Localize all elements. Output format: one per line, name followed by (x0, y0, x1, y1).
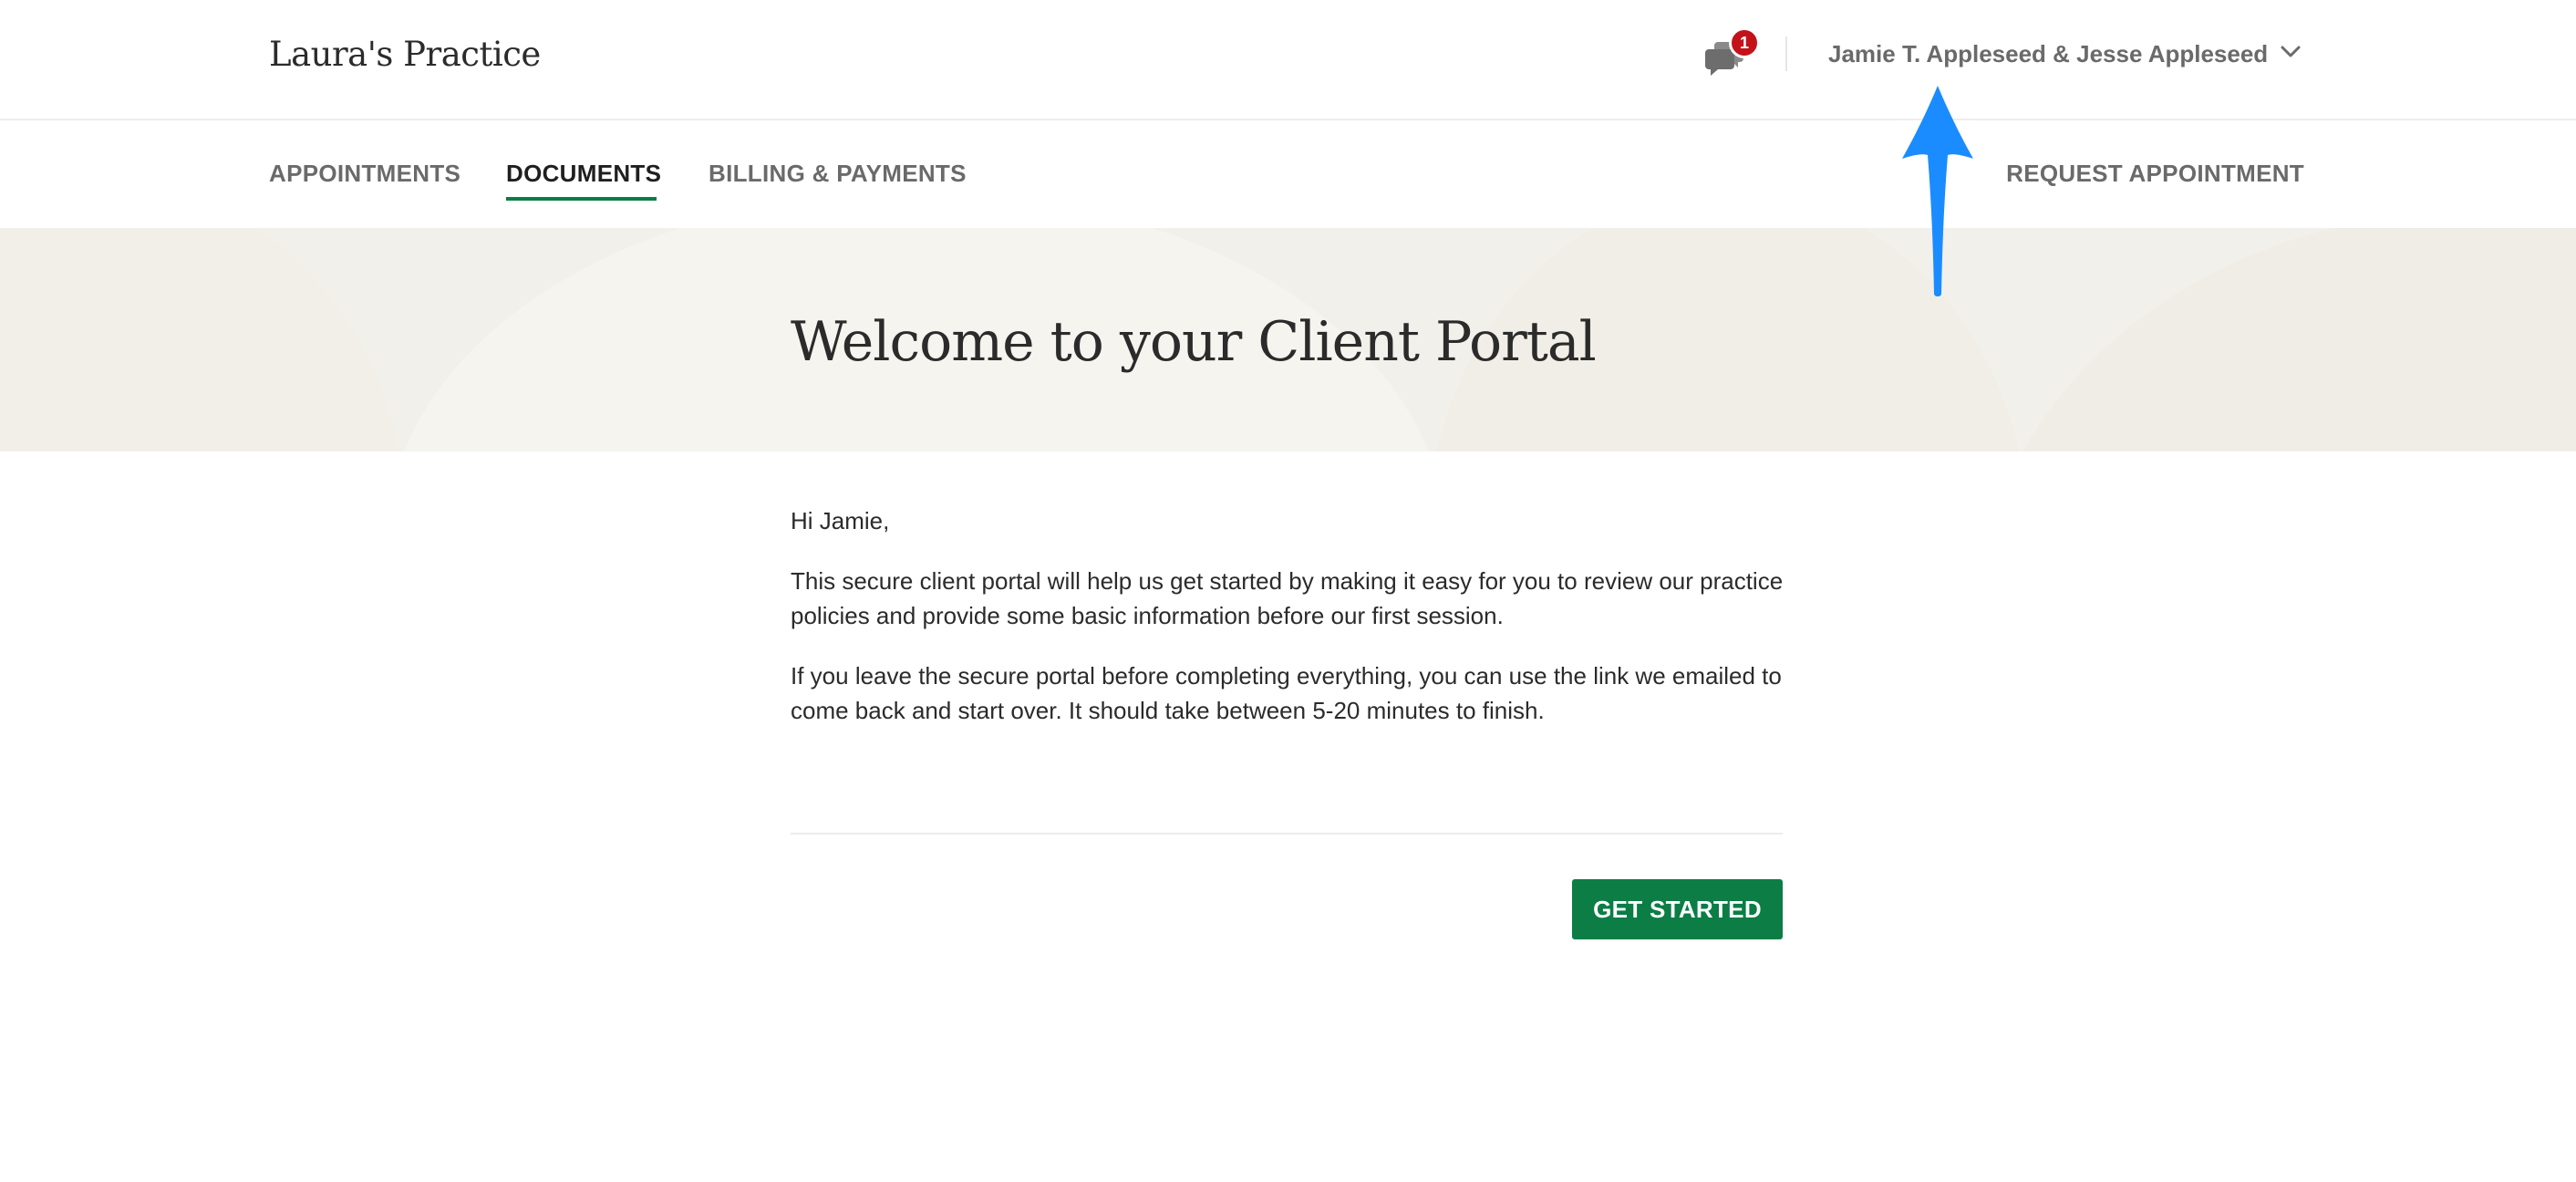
chevron-down-icon (2281, 46, 2301, 63)
get-started-button[interactable]: GET STARTED (1572, 879, 1783, 939)
tab-appointments[interactable]: APPOINTMENTS (269, 160, 460, 188)
tab-documents[interactable]: DOCUMENTS (506, 160, 661, 188)
instructions-paragraph: If you leave the secure portal before co… (791, 662, 1782, 724)
message-count-badge: 1 (1729, 27, 1760, 58)
practice-name[interactable]: Laura's Practice (269, 35, 541, 74)
active-tab-indicator (506, 197, 657, 201)
tab-billing-payments[interactable]: BILLING & PAYMENTS (709, 160, 967, 188)
arrow-up-icon (1897, 82, 1979, 306)
hero-decoration (1979, 228, 2576, 451)
page-title: Welcome to your Client Portal (791, 310, 1597, 374)
user-menu[interactable]: Jamie T. Appleseed & Jesse Appleseed (1828, 38, 2301, 69)
intro-paragraph: This secure client portal will help us g… (791, 567, 1784, 629)
top-bar: Laura's Practice 1 Jamie T. Appleseed & … (0, 0, 2576, 120)
header-divider (1785, 36, 1787, 71)
greeting-text: Hi Jamie, (791, 507, 890, 534)
hero-banner: Welcome to your Client Portal (0, 228, 2576, 451)
request-appointment-link[interactable]: REQUEST APPOINTMENT (2006, 160, 2304, 188)
content-divider (791, 833, 1783, 835)
messages-button[interactable]: 1 (1702, 27, 1760, 78)
welcome-message: Hi Jamie, This secure client portal will… (791, 503, 1785, 753)
hero-decoration (0, 228, 401, 451)
main-nav: APPOINTMENTS DOCUMENTS BILLING & PAYMENT… (0, 120, 2576, 228)
user-menu-label: Jamie T. Appleseed & Jesse Appleseed (1828, 39, 2269, 67)
